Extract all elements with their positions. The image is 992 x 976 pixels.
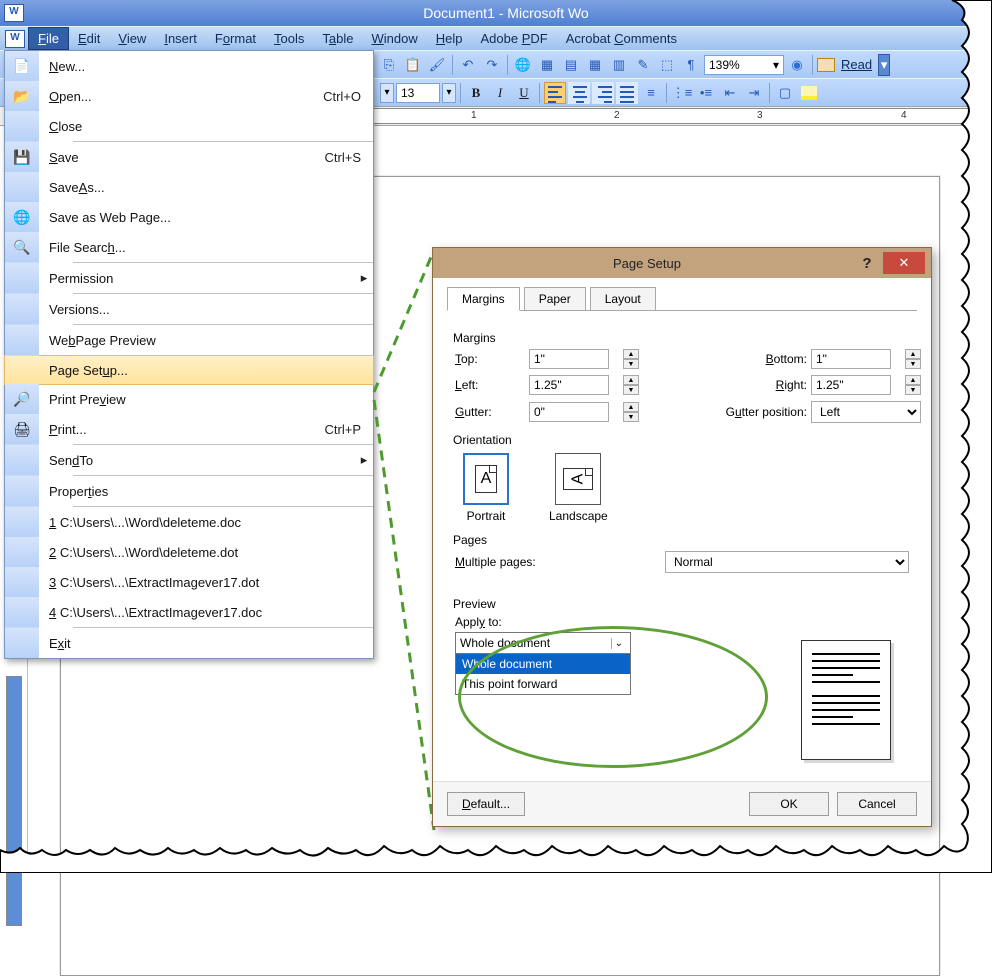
torn-edge-decoration bbox=[0, 0, 992, 873]
